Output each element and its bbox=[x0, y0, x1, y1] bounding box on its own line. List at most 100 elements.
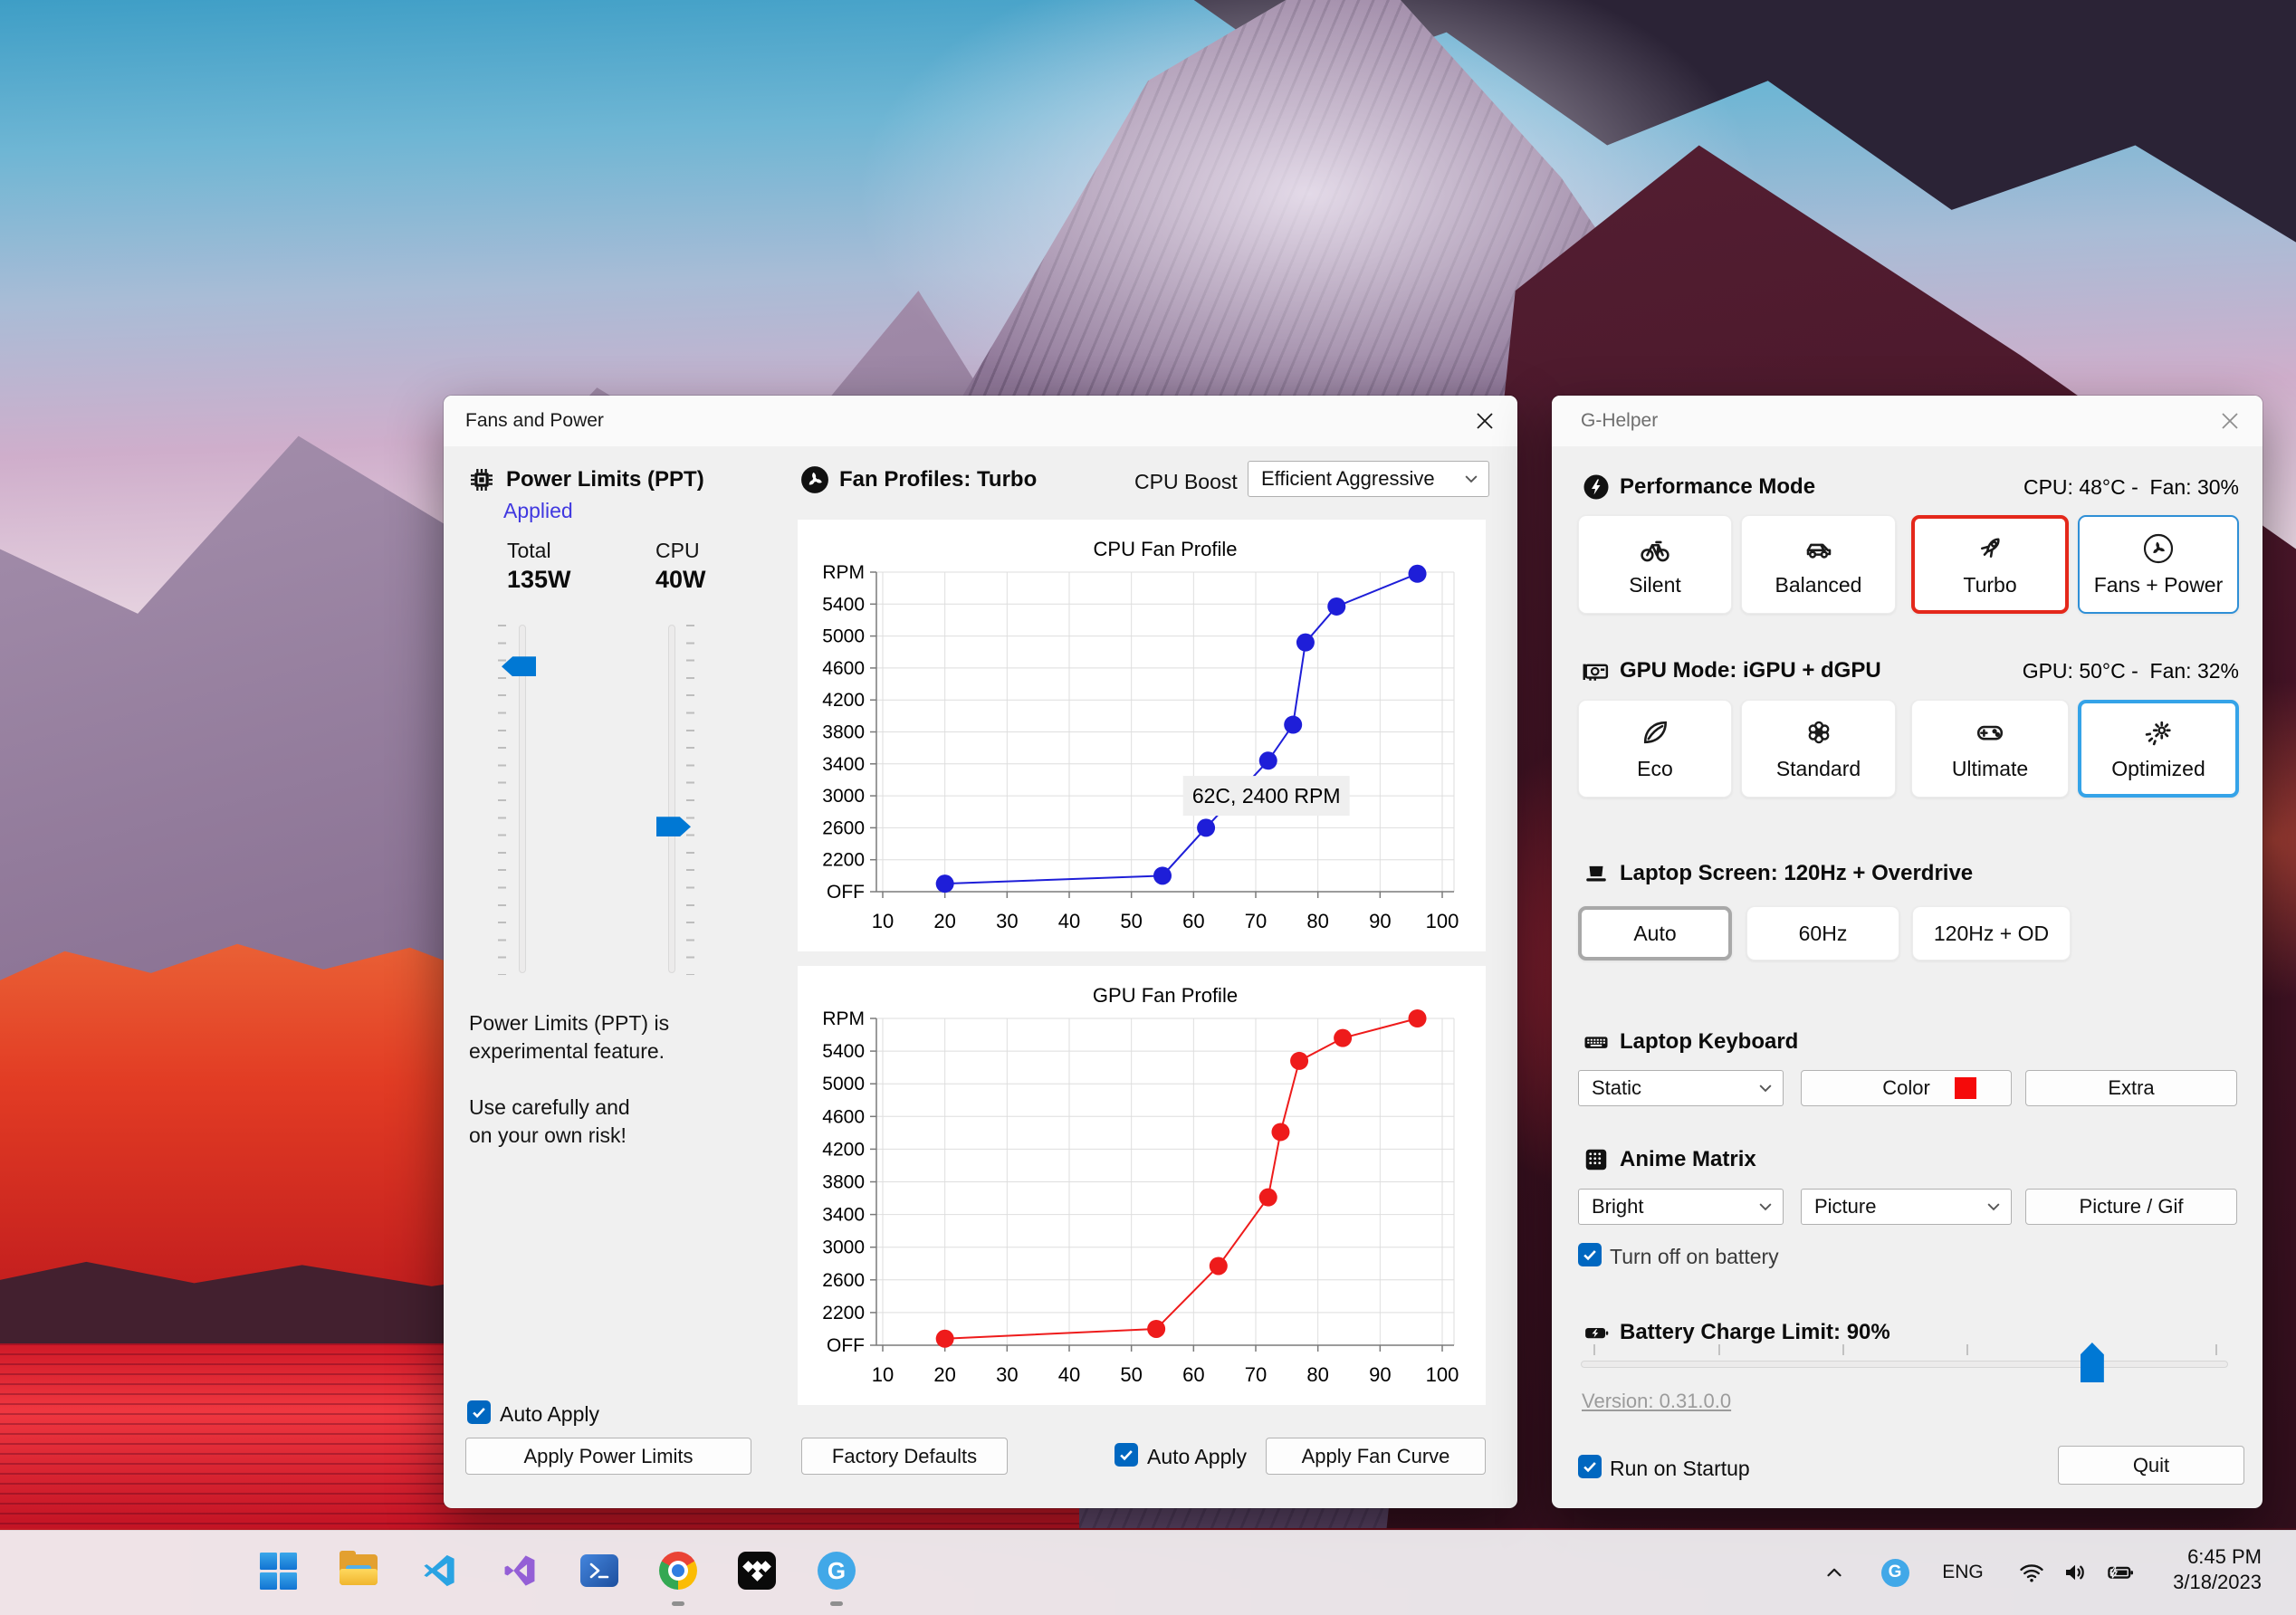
cpu-fan-curve-chart[interactable]: 10 20 30 40 50 60 70 80 90 100 OFF 2200 2600 3000 3400… bbox=[798, 520, 1486, 951]
taskbar-file-explorer[interactable] bbox=[338, 1550, 379, 1591]
svg-text:4200: 4200 bbox=[822, 1139, 865, 1160]
svg-text:60: 60 bbox=[1182, 1363, 1204, 1386]
taskbar-chrome[interactable] bbox=[657, 1550, 699, 1591]
visual-studio-icon bbox=[504, 1555, 535, 1586]
fans-titlebar[interactable] bbox=[444, 396, 1517, 446]
mode-tile-silent[interactable]: Silent bbox=[1578, 515, 1732, 614]
chrome-running-indicator bbox=[672, 1601, 684, 1606]
tray-g-helper-badge[interactable]: G bbox=[1880, 1530, 1910, 1615]
mode-tile-turbo[interactable]: Turbo bbox=[1911, 515, 2069, 614]
matrix-picture-gif-button[interactable]: Picture / Gif bbox=[2025, 1189, 2237, 1225]
auto-apply-power-checkbox[interactable] bbox=[467, 1400, 491, 1424]
quit-button[interactable]: Quit bbox=[2058, 1446, 2244, 1485]
screen-option-120hz-od[interactable]: 120Hz + OD bbox=[1912, 906, 2071, 960]
apply-fan-curve-button[interactable]: Apply Fan Curve bbox=[1266, 1438, 1486, 1475]
car-icon bbox=[1806, 543, 1831, 559]
mode-tile-balanced[interactable]: Balanced bbox=[1741, 515, 1896, 614]
ghelper-window-title: G-Helper bbox=[1581, 410, 1659, 431]
total-label: Total bbox=[507, 539, 551, 562]
svg-text:20: 20 bbox=[933, 910, 955, 932]
taskbar-start-button[interactable] bbox=[257, 1550, 299, 1591]
svg-text:3400: 3400 bbox=[822, 1205, 865, 1226]
battery-slider-ticks bbox=[1581, 1344, 2228, 1355]
battery-slider-track[interactable] bbox=[1581, 1361, 2228, 1368]
total-slider-thumb[interactable] bbox=[502, 656, 536, 677]
fan-profiles-header: Fan Profiles: Turbo bbox=[800, 464, 1037, 495]
gpu-tile-standard[interactable]: Standard bbox=[1741, 700, 1896, 798]
chrome-icon bbox=[659, 1552, 697, 1590]
gear-sparkle-icon bbox=[2145, 721, 2171, 746]
svg-text:RPM: RPM bbox=[822, 1008, 865, 1029]
folder-icon bbox=[340, 1551, 378, 1587]
tray-volume[interactable] bbox=[2059, 1530, 2091, 1615]
svg-text:3400: 3400 bbox=[822, 754, 865, 775]
keyboard-mode-select[interactable]: Static bbox=[1578, 1070, 1784, 1106]
svg-text:80: 80 bbox=[1306, 1363, 1328, 1386]
svg-text:4200: 4200 bbox=[822, 690, 865, 711]
total-slider-ticks bbox=[498, 625, 506, 975]
screen-option-60hz[interactable]: 60Hz bbox=[1746, 906, 1899, 960]
keyboard-extra-button[interactable]: Extra bbox=[2025, 1070, 2237, 1106]
svg-text:20: 20 bbox=[933, 1363, 955, 1386]
run-on-startup-label: Run on Startup bbox=[1610, 1457, 1750, 1480]
tray-battery[interactable] bbox=[2102, 1530, 2138, 1615]
g-badge-icon: G bbox=[1880, 1558, 1909, 1587]
svg-text:2600: 2600 bbox=[822, 817, 865, 838]
cpu-label: CPU bbox=[655, 539, 700, 562]
taskbar-g-helper[interactable]: G bbox=[816, 1550, 857, 1591]
ghelper-close-button[interactable] bbox=[2208, 401, 2252, 441]
svg-text:5000: 5000 bbox=[822, 626, 865, 647]
cpu-slider-track[interactable] bbox=[668, 625, 675, 973]
windows-logo-icon bbox=[259, 1552, 297, 1590]
svg-text:80: 80 bbox=[1306, 910, 1328, 932]
auto-apply-power-label: Auto Apply bbox=[500, 1402, 599, 1426]
run-on-startup-checkbox[interactable] bbox=[1578, 1455, 1602, 1478]
power-limits-warning: Power Limits (PPT) is experimental featu… bbox=[469, 1011, 670, 1147]
matrix-mode-select[interactable]: Picture bbox=[1801, 1189, 2012, 1225]
auto-apply-fan-checkbox[interactable] bbox=[1115, 1443, 1138, 1467]
total-slider-track[interactable] bbox=[519, 625, 526, 973]
wifi-icon bbox=[2020, 1564, 2043, 1582]
fans-close-button[interactable] bbox=[1463, 401, 1507, 441]
svg-text:3800: 3800 bbox=[822, 1172, 865, 1193]
cpu-boost-select[interactable]: Efficient Aggressive bbox=[1248, 461, 1489, 497]
tray-wifi[interactable] bbox=[2015, 1530, 2048, 1615]
tray-chevron-up[interactable] bbox=[1814, 1530, 1854, 1615]
dot-matrix-icon bbox=[1585, 1149, 1607, 1171]
taskbar-vscode[interactable] bbox=[418, 1550, 460, 1591]
powershell-icon bbox=[580, 1554, 618, 1587]
speaker-icon bbox=[2066, 1564, 2084, 1581]
svg-text:2200: 2200 bbox=[822, 1303, 865, 1324]
taskbar-visual-studio[interactable] bbox=[499, 1550, 541, 1591]
svg-text:10: 10 bbox=[872, 910, 894, 932]
taskbar-tidal[interactable] bbox=[736, 1550, 778, 1591]
keyboard-color-button[interactable]: Color bbox=[1801, 1070, 2012, 1106]
fans-window-title: Fans and Power bbox=[465, 410, 604, 431]
mode-tile-fans-power[interactable]: Fans + Power bbox=[2078, 515, 2239, 614]
svg-text:50: 50 bbox=[1120, 910, 1142, 932]
svg-text:90: 90 bbox=[1369, 910, 1391, 932]
tray-time: 6:45 PM bbox=[2187, 1545, 2262, 1568]
gpu-fan-curve-chart[interactable]: 10 20 30 40 50 60 70 80 90 100 OFF 2200 2600 3000 3400… bbox=[798, 966, 1486, 1405]
factory-defaults-button[interactable]: Factory Defaults bbox=[801, 1438, 1008, 1475]
matrix-brightness-select[interactable]: Bright bbox=[1578, 1189, 1784, 1225]
version-link[interactable]: Version: 0.31.0.0 bbox=[1582, 1390, 1731, 1413]
check-icon bbox=[473, 1407, 485, 1418]
matrix-battery-checkbox[interactable] bbox=[1578, 1243, 1602, 1266]
gpu-tile-eco[interactable]: Eco bbox=[1578, 700, 1732, 798]
svg-text:4600: 4600 bbox=[822, 1106, 865, 1127]
taskbar-powershell[interactable] bbox=[579, 1550, 620, 1591]
gpu-tile-ultimate[interactable]: Ultimate bbox=[1911, 700, 2069, 798]
desktop: Fans and Power Power Limits (PPT) Applie… bbox=[0, 0, 2296, 1615]
svg-text:3800: 3800 bbox=[822, 722, 865, 743]
tray-clock[interactable]: 6:45 PM 3/18/2023 bbox=[2173, 1544, 2262, 1595]
g-helper-icon: G bbox=[818, 1552, 856, 1590]
ghelper-titlebar[interactable] bbox=[1552, 396, 2263, 446]
tray-language[interactable]: ENG bbox=[1934, 1530, 1992, 1615]
cpu-fan-chart-panel: 10 20 30 40 50 60 70 80 90 100 OFF 2200 2600 3000 3400… bbox=[798, 520, 1486, 951]
screen-option-auto[interactable]: Auto bbox=[1578, 906, 1732, 960]
gpu-tile-optimized[interactable]: Optimized bbox=[2078, 700, 2239, 798]
svg-text:GPU Fan Profile: GPU Fan Profile bbox=[1093, 984, 1238, 1007]
auto-apply-fan-label: Auto Apply bbox=[1147, 1445, 1247, 1468]
apply-power-limits-button[interactable]: Apply Power Limits bbox=[465, 1438, 751, 1475]
